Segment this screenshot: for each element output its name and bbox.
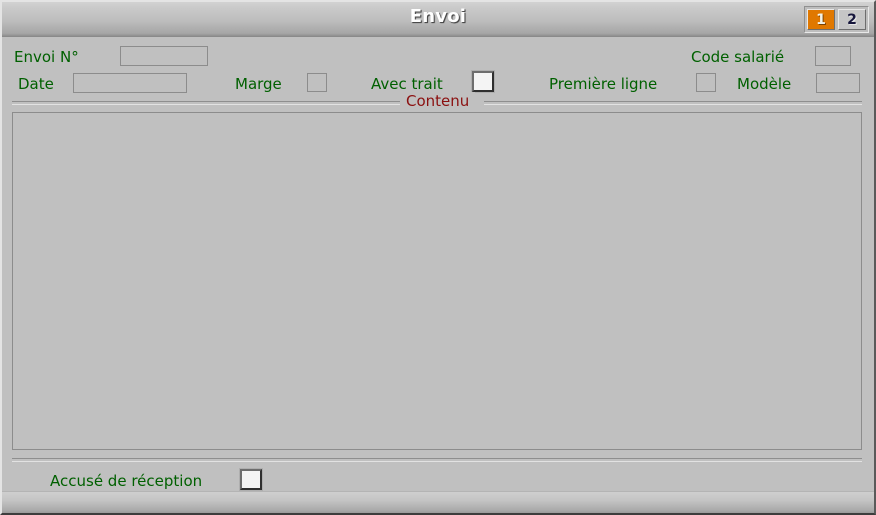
avec-trait-label: Avec trait (371, 75, 443, 93)
accuse-reception-checkbox[interactable] (240, 469, 262, 490)
status-bar (2, 491, 874, 513)
window-titlebar: Envoi 1 2 (2, 2, 874, 37)
code-salarie-input[interactable] (815, 46, 851, 66)
contenu-group-title: Contenu (400, 92, 476, 110)
tab-page-1[interactable]: 1 (807, 9, 835, 30)
avec-trait-checkbox[interactable] (472, 71, 494, 92)
contenu-group-line-right (484, 101, 862, 105)
window-title: Envoi (409, 6, 467, 27)
page-tabstrip: 1 2 (804, 6, 869, 33)
date-label: Date (18, 75, 54, 93)
contenu-textarea[interactable] (12, 112, 862, 450)
code-salarie-label: Code salarié (691, 48, 785, 66)
modele-input[interactable] (816, 73, 860, 93)
tab-page-2[interactable]: 2 (838, 9, 866, 30)
date-input[interactable] (73, 73, 187, 93)
premiere-ligne-label: Première ligne (549, 75, 658, 93)
modele-label: Modèle (737, 75, 792, 93)
envoi-window: Envoi 1 2 Envoi N° Code salarié Date Mar… (0, 0, 876, 515)
premiere-ligne-checkbox[interactable] (696, 73, 716, 92)
marge-label: Marge (235, 75, 282, 93)
envoi-numero-input[interactable] (120, 46, 208, 66)
envoi-numero-label: Envoi N° (14, 48, 79, 66)
marge-checkbox[interactable] (307, 73, 327, 92)
contenu-group-line-left (12, 101, 400, 105)
accuse-reception-label: Accusé de réception (50, 472, 203, 490)
footer-separator (12, 458, 862, 462)
form-body: Envoi N° Code salarié Date Marge Avec tr… (2, 38, 874, 513)
